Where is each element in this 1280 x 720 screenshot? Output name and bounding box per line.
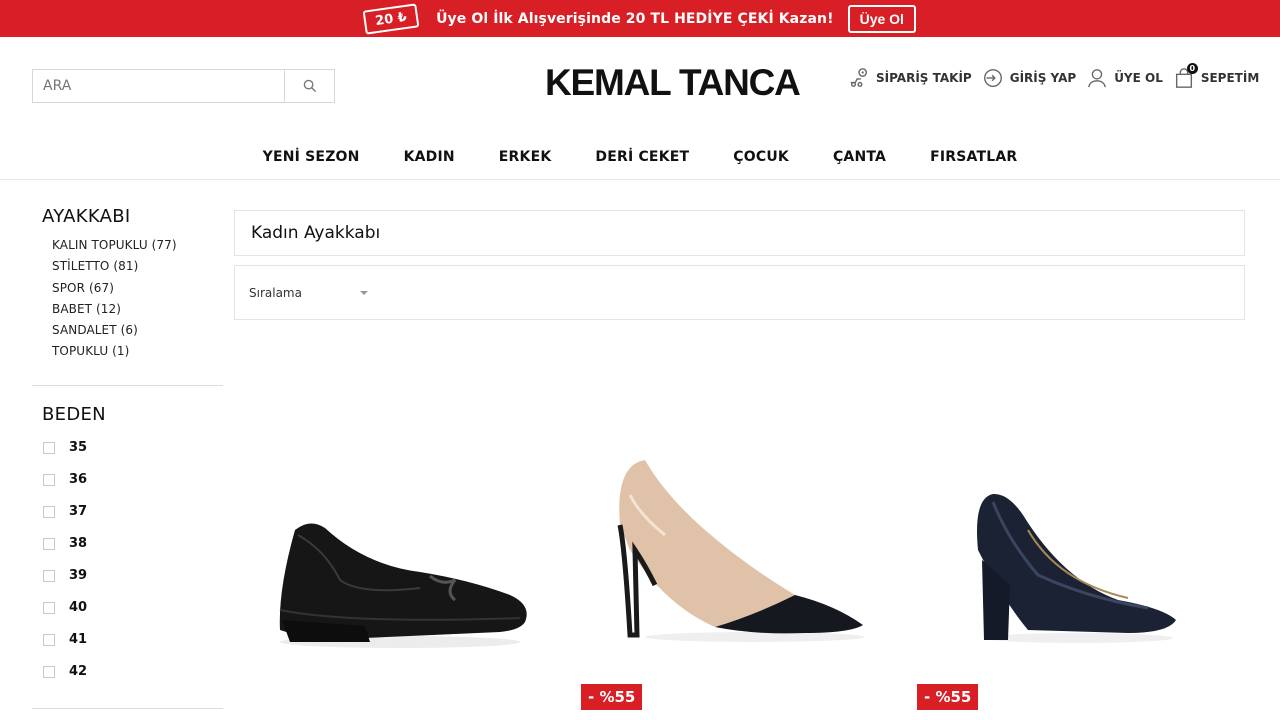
search-icon — [303, 79, 316, 93]
size-option[interactable]: 38 — [43, 528, 223, 560]
category-link[interactable]: KALIN TOPUKLU (77) — [52, 235, 223, 256]
discount-badge: - %55 — [917, 684, 979, 710]
product-image[interactable] — [605, 455, 870, 645]
promo-message: Üye Ol İlk Alışverişinde 20 TL HEDİYE ÇE… — [436, 10, 834, 27]
brand-logo[interactable]: KEMAL TANCA — [545, 62, 801, 106]
product-card[interactable] — [605, 455, 870, 645]
size-checkbox[interactable] — [43, 665, 55, 678]
login-arrow-icon — [983, 69, 1002, 87]
order-tracking-label: SİPARİŞ TAKİP — [876, 71, 972, 85]
search-button[interactable] — [284, 70, 334, 102]
size-label: 36 — [69, 472, 88, 488]
discount-badge: - %55 — [581, 684, 643, 710]
sidebar-divider — [32, 384, 223, 386]
size-option[interactable]: 35 — [43, 432, 223, 464]
cart-link[interactable]: 0 SEPETİM — [1173, 63, 1260, 89]
promo-register-button[interactable]: Üye Ol — [847, 4, 916, 33]
size-option[interactable]: 36 — [43, 464, 223, 496]
size-label: 37 — [69, 504, 88, 520]
register-label: ÜYE OL — [1114, 71, 1163, 85]
nav-item-cocuk[interactable]: ÇOCUK — [711, 149, 811, 165]
cart-label: SEPETİM — [1200, 71, 1260, 85]
nav-item-canta[interactable]: ÇANTA — [811, 149, 908, 165]
size-option[interactable]: 41 — [43, 624, 223, 656]
size-option[interactable]: 39 — [43, 560, 223, 592]
size-label: 39 — [69, 568, 88, 584]
category-link[interactable]: TOPUKLU (1) — [52, 341, 223, 362]
site-header: KEMAL TANCA SİPARİŞ TAKİP GİRİŞ YAP ÜYE … — [0, 37, 1280, 180]
sidebar-divider — [32, 707, 223, 709]
size-label: 38 — [69, 536, 88, 552]
size-checkbox[interactable] — [43, 601, 55, 614]
size-heading: BEDEN — [42, 403, 106, 425]
login-label: GİRİŞ YAP — [1009, 71, 1077, 85]
size-label: 40 — [69, 600, 88, 616]
size-checkbox[interactable] — [43, 569, 55, 582]
nav-item-erkek[interactable]: ERKEK — [477, 149, 574, 165]
size-checkbox[interactable] — [43, 505, 55, 518]
coupon-icon: 20 ₺ — [362, 2, 420, 35]
register-link[interactable]: ÜYE OL — [1086, 67, 1163, 89]
size-checkbox[interactable] — [43, 537, 55, 550]
product-card[interactable] — [968, 490, 1183, 645]
product-listing: Kadın Ayakkabı Sıralama — [234, 210, 1245, 320]
size-label: 35 — [69, 440, 88, 456]
category-link[interactable]: BABET (12) — [52, 299, 223, 320]
category-heading: AYAKKABI — [42, 206, 131, 227]
category-link[interactable]: STİLETTO (81) — [52, 256, 223, 277]
product-image[interactable] — [968, 490, 1183, 645]
search-input[interactable] — [33, 70, 284, 102]
truck-pin-icon — [850, 68, 868, 87]
size-label: 42 — [69, 664, 88, 680]
main-navigation: YENİ SEZON KADIN ERKEK DERİ CEKET ÇOCUK … — [0, 149, 1280, 165]
size-checkbox[interactable] — [43, 441, 55, 454]
nav-item-yeni-sezon[interactable]: YENİ SEZON — [241, 149, 382, 165]
size-checkbox[interactable] — [43, 633, 55, 646]
search-box — [32, 69, 335, 103]
size-option[interactable]: 37 — [43, 496, 223, 528]
page-title-box: Kadın Ayakkabı — [234, 210, 1245, 256]
filter-sidebar: AYAKKABI KALIN TOPUKLU (77) STİLETTO (81… — [32, 180, 223, 720]
nav-item-deri-ceket[interactable]: DERİ CEKET — [573, 149, 711, 165]
page-title: Kadın Ayakkabı — [251, 223, 381, 243]
cart-count-badge: 0 — [1186, 63, 1198, 74]
chevron-down-icon — [359, 290, 368, 295]
category-link[interactable]: SPOR (67) — [52, 278, 223, 299]
login-link[interactable]: GİRİŞ YAP — [982, 67, 1076, 89]
coupon-text: 20 ₺ — [374, 8, 408, 29]
sort-label: Sıralama — [249, 285, 302, 300]
promo-bar: 20 ₺ Üye Ol İlk Alışverişinde 20 TL HEDİ… — [0, 0, 1280, 37]
nav-item-firsatlar[interactable]: FIRSATLAR — [908, 149, 1039, 165]
product-image[interactable] — [270, 510, 530, 650]
header-actions: SİPARİŞ TAKİP GİRİŞ YAP ÜYE OL 0 SEPETİM — [848, 63, 1260, 89]
user-icon — [1088, 69, 1107, 88]
sort-dropdown[interactable]: Sıralama — [234, 265, 1245, 320]
order-tracking-link[interactable]: SİPARİŞ TAKİP — [848, 67, 972, 89]
size-checkbox[interactable] — [43, 473, 55, 486]
size-option[interactable]: 42 — [43, 656, 223, 688]
size-option[interactable]: 40 — [43, 592, 223, 624]
category-link[interactable]: SANDALET (6) — [52, 320, 223, 341]
size-label: 41 — [69, 632, 88, 648]
product-card[interactable] — [270, 510, 530, 650]
nav-item-kadin[interactable]: KADIN — [382, 149, 477, 165]
